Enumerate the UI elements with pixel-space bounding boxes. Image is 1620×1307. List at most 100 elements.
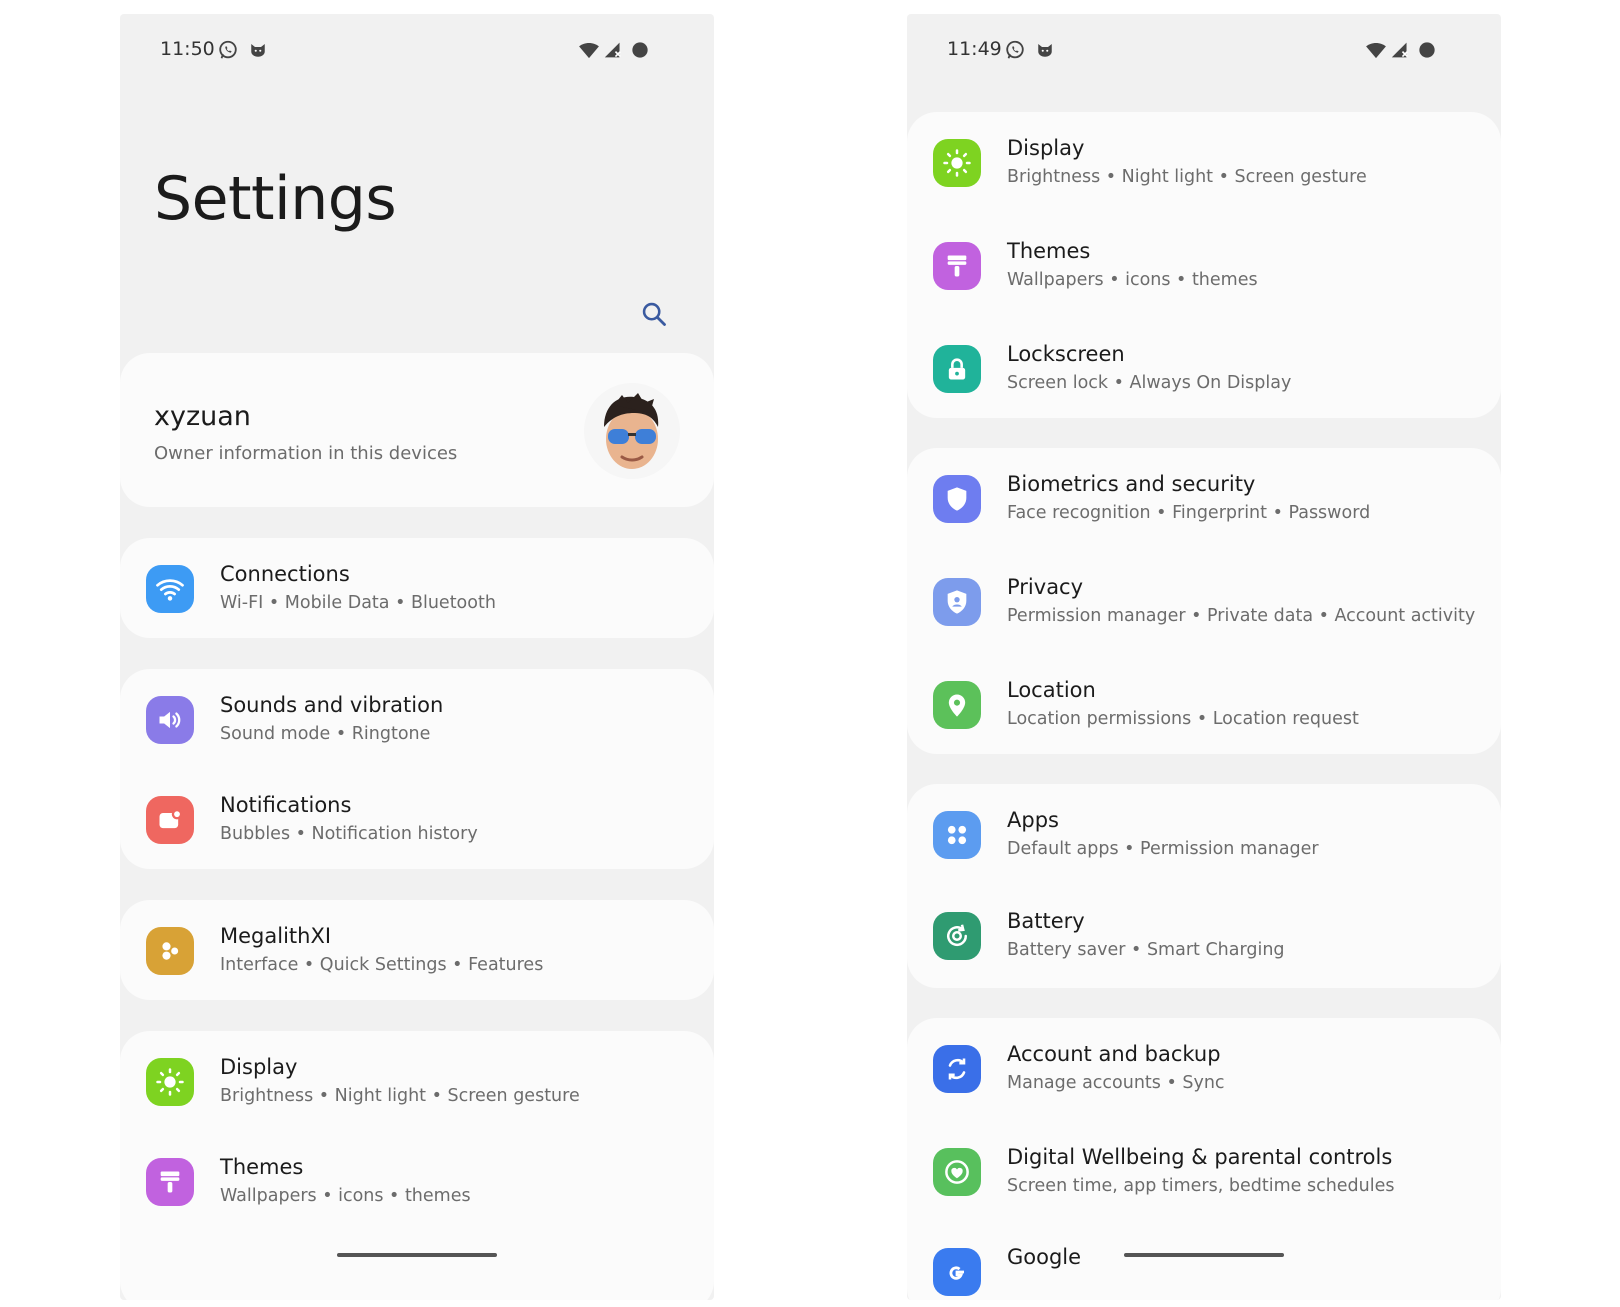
- battery-status-icon: [628, 38, 652, 62]
- item-title: Lockscreen: [1007, 342, 1125, 366]
- item-title: Account and backup: [1007, 1042, 1221, 1066]
- brush-icon: [146, 1158, 194, 1206]
- settings-item-battery[interactable]: Battery Battery saver • Smart Charging: [907, 885, 1501, 988]
- item-title: Battery: [1007, 909, 1085, 933]
- status-bar: 11:49: [907, 14, 1501, 86]
- profile-subtitle: Owner information in this devices: [154, 443, 458, 464]
- item-subtitle: Wi-FI • Mobile Data • Bluetooth: [220, 593, 496, 613]
- shield-icon: [933, 475, 981, 523]
- card-security-group: Biometrics and security Face recognition…: [907, 448, 1501, 754]
- lock-icon: [933, 345, 981, 393]
- settings-item-display[interactable]: Display Brightness • Night light • Scree…: [120, 1031, 714, 1134]
- card-account-group: Account and backup Manage accounts • Syn…: [907, 1018, 1501, 1300]
- settings-item-location[interactable]: Location Location permissions • Location…: [907, 654, 1501, 757]
- brightness-icon: [146, 1058, 194, 1106]
- cat-icon: [246, 38, 270, 62]
- settings-screen-right: 11:49 Display Brightness • Night light •…: [907, 14, 1501, 1300]
- item-title: Notifications: [220, 793, 352, 817]
- settings-item-lockscreen[interactable]: Lockscreen Screen lock • Always On Displ…: [907, 318, 1501, 421]
- profile-card[interactable]: xyzuan Owner information in this devices: [120, 353, 714, 507]
- settings-item-google[interactable]: Google: [907, 1221, 1501, 1300]
- google-icon: [933, 1248, 981, 1296]
- card-megalith: MegalithXI Interface • Quick Settings • …: [120, 900, 714, 1000]
- settings-item-apps[interactable]: Apps Default apps • Permission manager: [907, 784, 1501, 887]
- item-title: Location: [1007, 678, 1096, 702]
- item-title: MegalithXI: [220, 924, 332, 948]
- notification-icon: [146, 796, 194, 844]
- profile-name: xyzuan: [154, 401, 251, 432]
- status-time: 11:50: [160, 38, 215, 60]
- settings-item-display[interactable]: Display Brightness • Night light • Scree…: [907, 112, 1501, 215]
- item-title: Sounds and vibration: [220, 693, 444, 717]
- settings-item-themes[interactable]: Themes Wallpapers • icons • themes: [120, 1131, 714, 1234]
- card-sounds-notifications: Sounds and vibration Sound mode • Ringto…: [120, 669, 714, 869]
- item-title: Digital Wellbeing & parental controls: [1007, 1145, 1393, 1169]
- location-pin-icon: [933, 681, 981, 729]
- whatsapp-icon: [216, 38, 240, 62]
- item-title: Apps: [1007, 808, 1059, 832]
- item-subtitle: Permission manager • Private data • Acco…: [1007, 606, 1476, 626]
- item-title: Privacy: [1007, 575, 1084, 599]
- megalith-icon: [146, 927, 194, 975]
- cat-icon: [1033, 38, 1057, 62]
- item-subtitle: Wallpapers • icons • themes: [1007, 270, 1258, 290]
- settings-item-connections[interactable]: Connections Wi-FI • Mobile Data • Blueto…: [120, 538, 714, 641]
- item-subtitle: Screen time, app timers, bedtime schedul…: [1007, 1176, 1395, 1196]
- item-title: Display: [220, 1055, 298, 1079]
- item-subtitle: Face recognition • Fingerprint • Passwor…: [1007, 503, 1371, 523]
- status-time: 11:49: [947, 38, 1002, 60]
- home-indicator[interactable]: [1124, 1253, 1284, 1257]
- battery-status-icon: [1415, 38, 1439, 62]
- card-apps-group: Apps Default apps • Permission manager B…: [907, 784, 1501, 988]
- card-connections: Connections Wi-FI • Mobile Data • Blueto…: [120, 538, 714, 638]
- settings-screen-left: 11:50 Settings xyzuan Owner information …: [120, 14, 714, 1300]
- item-subtitle: Default apps • Permission manager: [1007, 839, 1319, 859]
- avatar[interactable]: [584, 383, 680, 479]
- search-icon: [642, 302, 666, 326]
- cell-signal-icon: [601, 38, 625, 62]
- item-subtitle: Location permissions • Location request: [1007, 709, 1359, 729]
- settings-item-sounds[interactable]: Sounds and vibration Sound mode • Ringto…: [120, 669, 714, 772]
- home-indicator[interactable]: [337, 1253, 497, 1257]
- settings-item-biometrics[interactable]: Biometrics and security Face recognition…: [907, 448, 1501, 551]
- item-title: Biometrics and security: [1007, 472, 1256, 496]
- page-title: Settings: [154, 164, 397, 234]
- brightness-icon: [933, 139, 981, 187]
- item-title: Display: [1007, 136, 1085, 160]
- item-subtitle: Wallpapers • icons • themes: [220, 1186, 471, 1206]
- privacy-icon: [933, 578, 981, 626]
- card-display-themes: Display Brightness • Night light • Scree…: [120, 1031, 714, 1300]
- wifi-signal-icon: [1364, 38, 1388, 62]
- battery-icon: [933, 912, 981, 960]
- status-bar: 11:50: [120, 14, 714, 86]
- settings-item-privacy[interactable]: Privacy Permission manager • Private dat…: [907, 551, 1501, 654]
- settings-item-account-backup[interactable]: Account and backup Manage accounts • Syn…: [907, 1018, 1501, 1121]
- apps-grid-icon: [933, 811, 981, 859]
- item-subtitle: Battery saver • Smart Charging: [1007, 940, 1285, 960]
- item-subtitle: Screen lock • Always On Display: [1007, 373, 1292, 393]
- item-subtitle: Brightness • Night light • Screen gestur…: [1007, 167, 1367, 187]
- item-subtitle: Bubbles • Notification history: [220, 824, 478, 844]
- item-subtitle: Interface • Quick Settings • Features: [220, 955, 544, 975]
- item-title: Themes: [220, 1155, 304, 1179]
- settings-item-themes[interactable]: Themes Wallpapers • icons • themes: [907, 215, 1501, 318]
- item-subtitle: Brightness • Night light • Screen gestur…: [220, 1086, 580, 1106]
- volume-icon: [146, 696, 194, 744]
- settings-item-notifications[interactable]: Notifications Bubbles • Notification his…: [120, 769, 714, 872]
- brush-icon: [933, 242, 981, 290]
- settings-item-megalithxi[interactable]: MegalithXI Interface • Quick Settings • …: [120, 900, 714, 1003]
- wellbeing-icon: [933, 1148, 981, 1196]
- item-title: Google: [1007, 1245, 1082, 1269]
- settings-item-digital-wellbeing[interactable]: Digital Wellbeing & parental controls Sc…: [907, 1121, 1501, 1224]
- whatsapp-icon: [1003, 38, 1027, 62]
- item-title: Connections: [220, 562, 350, 586]
- sync-icon: [933, 1045, 981, 1093]
- item-title: Themes: [1007, 239, 1091, 263]
- search-button[interactable]: [636, 296, 672, 332]
- cell-signal-icon: [1388, 38, 1412, 62]
- wifi-icon: [146, 565, 194, 613]
- item-subtitle: Sound mode • Ringtone: [220, 724, 431, 744]
- item-subtitle: Manage accounts • Sync: [1007, 1073, 1225, 1093]
- wifi-signal-icon: [577, 38, 601, 62]
- card-display-group: Display Brightness • Night light • Scree…: [907, 112, 1501, 418]
